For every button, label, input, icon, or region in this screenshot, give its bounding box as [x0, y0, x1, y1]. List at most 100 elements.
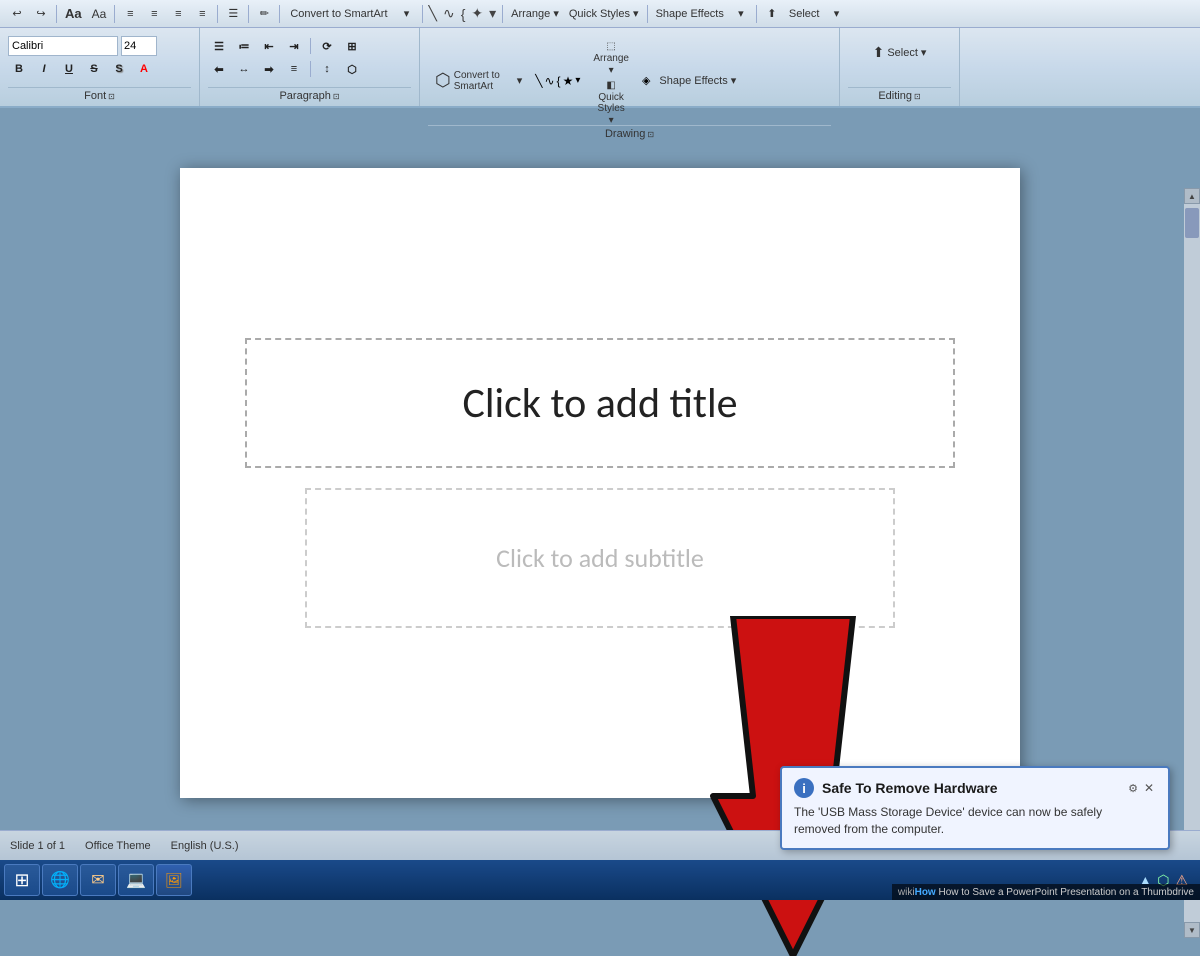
strikethrough-button[interactable]: S — [83, 59, 105, 79]
scroll-down-arrow[interactable]: ▼ — [1184, 922, 1200, 938]
arrange-dropdown: ▾ — [609, 65, 614, 76]
quick-styles-icon: ◧ — [606, 80, 615, 91]
bullets-button[interactable]: ☰ — [208, 36, 230, 56]
slide-info: Slide 1 of 1 — [10, 840, 65, 852]
start-button[interactable]: ⊞ — [4, 864, 40, 896]
select-dropdown[interactable]: ▾ — [825, 3, 847, 25]
bracket-shape-icon: { — [459, 6, 468, 22]
select-ribbon-btn[interactable]: ⬆ Select ▾ — [866, 40, 934, 65]
numbering-button[interactable]: ≔ — [233, 36, 255, 56]
taskbar-email-btn[interactable]: ✉ — [80, 864, 116, 896]
editing-section-label: Editing⊡ — [848, 87, 951, 104]
notification-title-row: i Safe To Remove Hardware — [794, 778, 998, 798]
para-sep-1 — [310, 38, 311, 54]
more-shapes-icon: ▾ — [487, 5, 498, 22]
drawing-expand-icon[interactable]: ⊡ — [647, 130, 654, 139]
wiki-watermark: wiki How How to Save a PowerPoint Presen… — [892, 884, 1200, 900]
align-center-para-button[interactable]: ↔ — [233, 59, 255, 79]
shape-freeform-icon: { — [557, 74, 561, 88]
align-left-para-button[interactable]: ⬅ — [208, 59, 230, 79]
paragraph-expand-icon[interactable]: ⊡ — [333, 92, 340, 101]
editing-section: ⬆ Select ▾ Editing⊡ — [840, 28, 960, 106]
separator-3 — [217, 5, 218, 23]
smartart-button[interactable]: ⬡ — [341, 59, 363, 79]
quick-styles-ribbon-button[interactable]: ◧ Quick Styles ▾ — [586, 81, 636, 125]
line-shape-icon: ╲ — [427, 5, 439, 22]
text-direction-button[interactable]: ⟳ — [316, 36, 338, 56]
bold-button[interactable]: B — [8, 59, 30, 79]
smartart-convert-icon: ⬡ — [435, 70, 451, 91]
shape-effects-button[interactable]: Shape Effects — [652, 3, 728, 25]
notification-controls[interactable]: ⚙ ✕ — [1128, 781, 1156, 795]
columns-button[interactable]: ⊞ — [341, 36, 363, 56]
powerpoint-icon: 🖼 — [163, 869, 185, 891]
shape-more-icon[interactable]: ▾ — [575, 75, 580, 86]
font-aa-button[interactable]: Aa — [61, 3, 86, 25]
scroll-thumb[interactable] — [1185, 208, 1199, 238]
font-section-label: Font⊡ — [8, 87, 191, 104]
editing-expand-icon[interactable]: ⊡ — [914, 92, 921, 101]
separator-8 — [647, 5, 648, 23]
align-center-button[interactable]: ≡ — [143, 3, 165, 25]
select-button[interactable]: Select — [785, 3, 824, 25]
shapes-palette: ╲ ∿ { ★ ▾ — [535, 74, 580, 88]
separator-7 — [502, 5, 503, 23]
main-area: ▲ ▼ Click to add title Click to add subt… — [0, 108, 1200, 858]
justify-button[interactable]: ≡ — [191, 3, 213, 25]
paragraph-section-label: Paragraph⊡ — [208, 87, 411, 104]
align-left-button[interactable]: ≡ — [119, 3, 141, 25]
arrange-button-ribbon[interactable]: ⬚ Arrange ▾ — [586, 36, 636, 80]
align-right-button[interactable]: ≡ — [167, 3, 189, 25]
font-name-input[interactable] — [8, 36, 118, 56]
shape-effects-ribbon-btn[interactable]: Shape Effects ▾ — [652, 70, 743, 91]
notif-settings-icon[interactable]: ⚙ — [1128, 782, 1138, 795]
italic-button[interactable]: I — [33, 59, 55, 79]
font-expand-icon[interactable]: ⊡ — [108, 92, 115, 101]
notification-body: The 'USB Mass Storage Device' device can… — [794, 804, 1156, 838]
wiki-prefix: wiki — [898, 887, 915, 898]
convert-smartart-dropdown[interactable]: ▾ — [396, 3, 418, 25]
text-shadow-button[interactable]: S — [108, 59, 130, 79]
scroll-up-arrow[interactable]: ▲ — [1184, 188, 1200, 204]
increase-indent-button[interactable]: ⇥ — [283, 36, 305, 56]
notification-close-button[interactable]: ✕ — [1142, 781, 1156, 795]
separator-6 — [422, 5, 423, 23]
email-icon: ✉ — [87, 869, 109, 891]
theme-info: Office Theme — [85, 840, 151, 852]
taskbar-computer-btn[interactable]: 💻 — [118, 864, 154, 896]
star-shape-icon: ✦ — [469, 5, 485, 22]
draw-tools-button[interactable]: ✏ — [253, 3, 275, 25]
separator-2 — [114, 5, 115, 23]
line-spacing-button[interactable]: ☰ — [222, 3, 244, 25]
drawing-section-label: Drawing⊡ — [428, 125, 831, 142]
scrollbar-right[interactable]: ▲ ▼ — [1184, 188, 1200, 938]
shape-effects-dropdown[interactable]: ▾ — [730, 3, 752, 25]
subtitle-placeholder[interactable]: Click to add subtitle — [305, 488, 895, 628]
title-placeholder-text: Click to add title — [462, 378, 737, 429]
font-color-button[interactable]: A — [133, 59, 155, 79]
ribbon: B I U S S A Font⊡ ☰ ≔ ⇤ ⇥ ⟳ ⊞ ⬅ ↔ ➡ ≡ ↕ — [0, 28, 1200, 108]
slide-canvas: Click to add title Click to add subtitle — [180, 168, 1020, 798]
underline-button[interactable]: U — [58, 59, 80, 79]
justify-para-button[interactable]: ≡ — [283, 59, 305, 79]
line-spacing-para-button[interactable]: ↕ — [316, 59, 338, 79]
taskbar-browser-btn[interactable]: 🌐 — [42, 864, 78, 896]
redo-button[interactable]: ↪ — [30, 3, 52, 25]
arrange-button[interactable]: Arrange ▾ — [507, 3, 563, 25]
shape-effects-group: ◈ Shape Effects ▾ — [642, 70, 743, 91]
convert-smartart-btn[interactable]: ⬡ Convert to SmartArt ▾ — [428, 59, 529, 103]
title-placeholder[interactable]: Click to add title — [245, 338, 955, 468]
language-info: English (U.S.) — [171, 840, 239, 852]
undo-button[interactable]: ↩ — [6, 3, 28, 25]
arrange-icon: ⬚ — [606, 41, 615, 52]
taskbar-powerpoint-btn[interactable]: 🖼 — [156, 864, 192, 896]
align-right-para-button[interactable]: ➡ — [258, 59, 280, 79]
quick-styles-button[interactable]: Quick Styles ▾ — [565, 3, 643, 25]
drawing-section: ⬡ Convert to SmartArt ▾ ╲ ∿ { ★ ▾ ⬚ Arra… — [420, 28, 840, 106]
curve-shape-icon: ∿ — [441, 5, 457, 22]
decrease-indent-button[interactable]: ⇤ — [258, 36, 280, 56]
font-size-input[interactable] — [121, 36, 157, 56]
font-section: B I U S S A Font⊡ — [0, 28, 200, 106]
separator-5 — [279, 5, 280, 23]
font-size-button[interactable]: Aa — [88, 3, 111, 25]
